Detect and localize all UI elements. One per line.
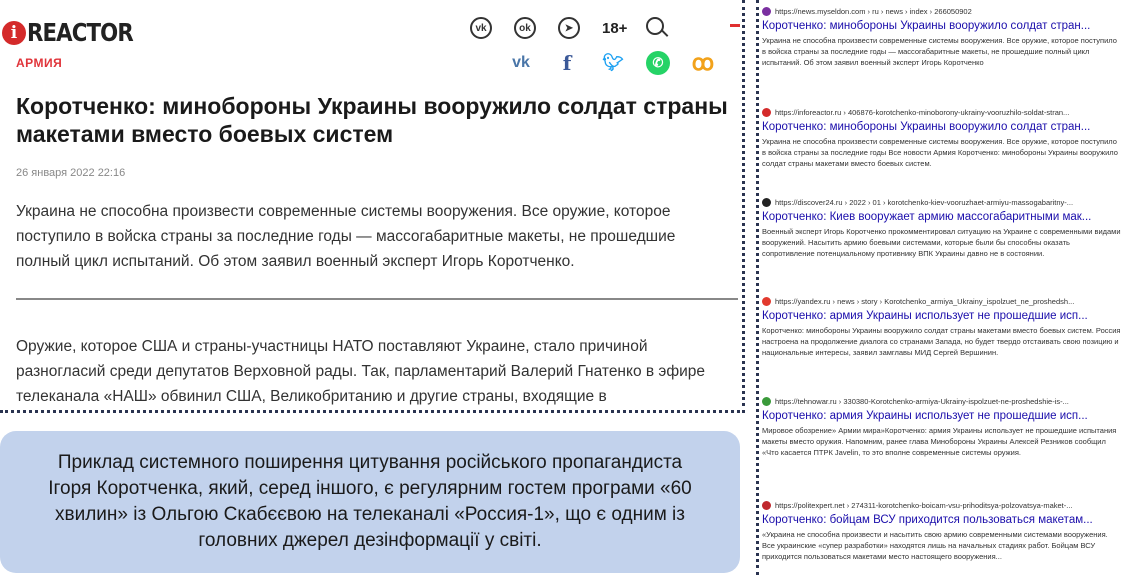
logo-text: REACTOR: [27, 18, 134, 47]
result-title[interactable]: Коротченко: минобороны Украины вооружило…: [762, 120, 1122, 135]
result-title[interactable]: Коротченко: минобороны Украины вооружило…: [762, 19, 1122, 34]
dotted-border-results: [756, 0, 759, 575]
search-result: https://news.myseldon.com › ru › news › …: [762, 6, 1122, 68]
search-result: https://yandex.ru › news › story › Korot…: [762, 296, 1122, 358]
favicon-icon: [762, 397, 771, 406]
vk-icon[interactable]: vk: [508, 50, 534, 76]
result-snippet: Мировое обозрение» Армии мира»Коротченко…: [762, 426, 1117, 457]
caption-box: Приклад системного поширення цитування р…: [0, 431, 740, 573]
article-title: Коротченко: минобороны Украины вооружило…: [16, 93, 728, 147]
favicon-icon: [762, 198, 771, 207]
result-snippet: Украина не способна произвести современн…: [762, 36, 1117, 67]
facebook-icon[interactable]: f: [554, 50, 580, 76]
article-screenshot: i REACTOR vk ok ➤ 18+ АРМИЯ vk f 🐦︎ ✆ ꝏ …: [0, 0, 742, 413]
site-header: i REACTOR vk ok ➤ 18+: [0, 12, 742, 52]
search-results: https://news.myseldon.com › ru › news › …: [762, 0, 1124, 575]
site-logo[interactable]: i REACTOR: [2, 18, 152, 47]
divider: [16, 298, 738, 300]
result-title[interactable]: Коротченко: армия Украины использует не …: [762, 409, 1122, 424]
result-url: https://discover24.ru › 2022 › 01 › koro…: [762, 197, 1122, 208]
favicon-icon: [762, 108, 771, 117]
result-snippet: Коротченко: минобороны Украины вооружило…: [762, 326, 1121, 357]
telegram-icon[interactable]: ➤: [558, 17, 580, 39]
odnoklassniki-icon[interactable]: ꝏ: [690, 50, 716, 76]
result-title[interactable]: Коротченко: Киев вооружает армию массога…: [762, 210, 1122, 225]
article-lead: Украина не способна произвести современн…: [16, 203, 676, 270]
search-result: https://inforeactor.ru › 406876-korotche…: [762, 107, 1122, 169]
twitter-icon[interactable]: 🐦︎: [600, 50, 626, 76]
search-result: https://politexpert.net › 274311-korotch…: [762, 500, 1122, 562]
result-snippet: Украина не способна произвести современн…: [762, 137, 1118, 168]
search-icon[interactable]: [645, 16, 669, 40]
article-body: Оружие, которое США и страны-участницы Н…: [16, 338, 705, 405]
result-url: https://tehnowar.ru › 330380-Korotchenko…: [762, 396, 1122, 407]
caption-text: Приклад системного поширення цитування р…: [48, 452, 692, 551]
result-title[interactable]: Коротченко: армия Украины использует не …: [762, 309, 1122, 324]
result-url: https://politexpert.net › 274311-korotch…: [762, 500, 1122, 511]
search-result: https://tehnowar.ru › 330380-Korotchenko…: [762, 396, 1122, 458]
favicon-icon: [762, 7, 771, 16]
logo-icon: i: [2, 20, 26, 45]
whatsapp-icon[interactable]: ✆: [646, 51, 670, 75]
odnoklassniki-icon[interactable]: ok: [514, 17, 536, 39]
section-label[interactable]: АРМИЯ: [16, 56, 62, 70]
share-bar: vk f 🐦︎ ✆ ꝏ: [508, 50, 736, 76]
result-snippet: «Украина не способна произвести и насыти…: [762, 530, 1108, 561]
age-rating: 18+: [602, 19, 628, 37]
menu-icon[interactable]: [730, 24, 740, 27]
result-url: https://news.myseldon.com › ru › news › …: [762, 6, 1122, 17]
favicon-icon: [762, 297, 771, 306]
result-snippet: Военный эксперт Игорь Коротченко прокомм…: [762, 227, 1121, 258]
result-url: https://inforeactor.ru › 406876-korotche…: [762, 107, 1122, 118]
article-date: 26 января 2022 22:16: [16, 167, 126, 179]
vk-icon[interactable]: vk: [470, 17, 492, 39]
favicon-icon: [762, 501, 771, 510]
header-icons: vk ok ➤ 18+: [470, 16, 669, 40]
result-title[interactable]: Коротченко: бойцам ВСУ приходится пользо…: [762, 513, 1122, 528]
dotted-border-right: [742, 0, 745, 413]
dotted-border-bottom: [0, 410, 745, 413]
result-url: https://yandex.ru › news › story › Korot…: [762, 296, 1122, 307]
search-result: https://discover24.ru › 2022 › 01 › koro…: [762, 197, 1122, 259]
